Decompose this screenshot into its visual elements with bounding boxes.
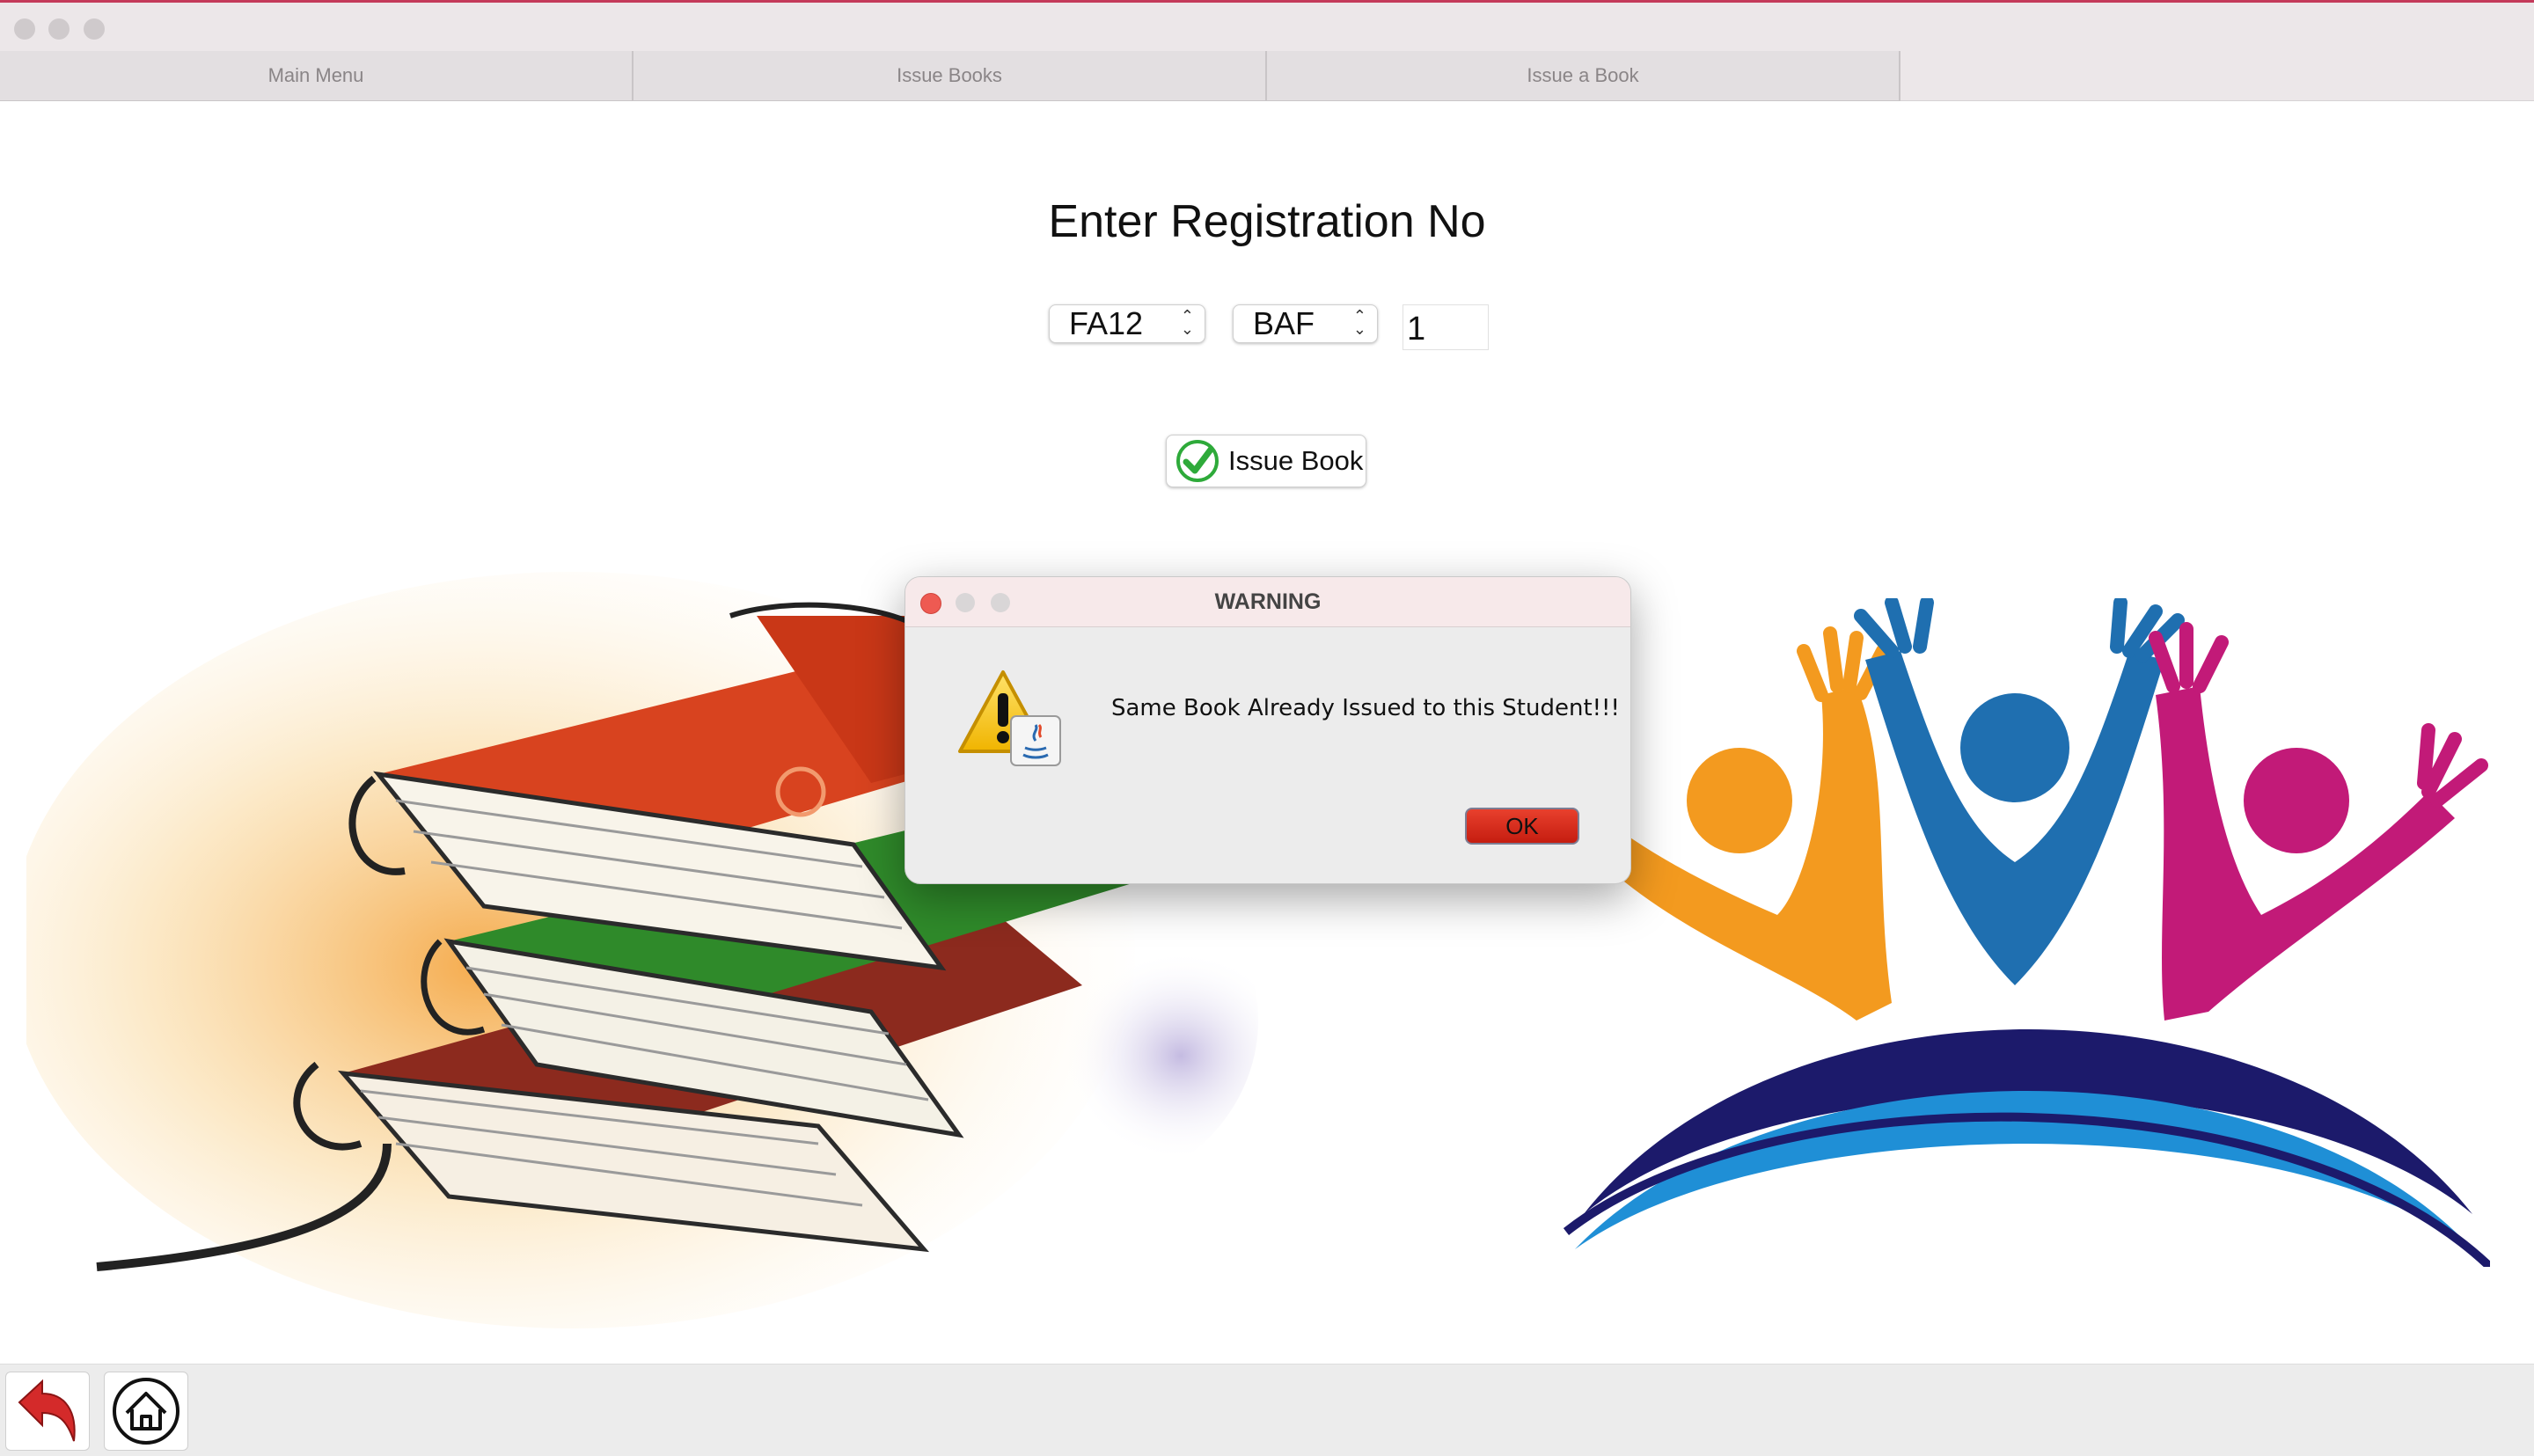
people-logo bbox=[1563, 598, 2490, 1267]
warning-icon bbox=[958, 670, 1061, 766]
issue-book-label: Issue Book bbox=[1228, 445, 1364, 476]
tab-bar-filler bbox=[1900, 51, 2534, 101]
session-select-value: FA12 bbox=[1069, 305, 1144, 341]
tab-issue-a-book[interactable]: Issue a Book bbox=[1267, 51, 1900, 100]
window-titlebar bbox=[0, 0, 2534, 51]
select-chevrons-icon: ⌃ ⌄ bbox=[1180, 307, 1194, 338]
dialog-close-button[interactable] bbox=[920, 593, 941, 614]
tab-issue-books[interactable]: Issue Books bbox=[634, 51, 1267, 100]
program-select-value: BAF bbox=[1253, 305, 1315, 341]
window-minimize-button[interactable] bbox=[48, 18, 70, 40]
back-button[interactable] bbox=[5, 1372, 90, 1451]
dialog-message: Same Book Already Issued to this Student… bbox=[1111, 695, 1620, 721]
window-zoom-button[interactable] bbox=[84, 18, 105, 40]
checkmark-icon bbox=[1176, 440, 1219, 482]
tab-main-menu[interactable]: Main Menu bbox=[0, 51, 634, 100]
back-arrow-icon bbox=[18, 1379, 76, 1442]
select-chevrons-icon: ⌃ ⌄ bbox=[1352, 307, 1366, 338]
roll-number-input[interactable]: 1 bbox=[1402, 304, 1489, 350]
home-button[interactable] bbox=[104, 1372, 188, 1451]
dialog-minimize-button[interactable] bbox=[956, 593, 975, 612]
dialog-zoom-button[interactable] bbox=[991, 593, 1010, 612]
window-close-button[interactable] bbox=[14, 18, 35, 40]
ok-button[interactable]: OK bbox=[1465, 808, 1579, 845]
bottom-toolbar bbox=[0, 1364, 2534, 1456]
issue-book-button[interactable]: Issue Book bbox=[1166, 435, 1366, 487]
session-select[interactable]: FA12 ⌃ ⌄ bbox=[1049, 304, 1205, 343]
home-icon bbox=[113, 1378, 179, 1445]
dialog-title: WARNING bbox=[905, 577, 1630, 627]
tab-bar: Main Menu Issue Books Issue a Book bbox=[0, 51, 1900, 101]
warning-dialog: WARNING Same Book Already Issued to this… bbox=[904, 576, 1631, 884]
program-select[interactable]: BAF ⌃ ⌄ bbox=[1233, 304, 1378, 343]
page-title: Enter Registration No bbox=[1048, 196, 1486, 247]
